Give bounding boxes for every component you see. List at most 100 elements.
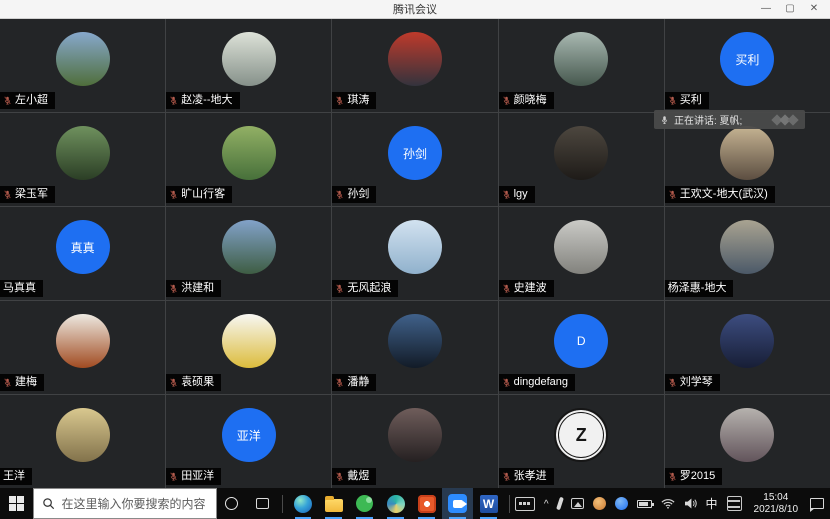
avatar: D xyxy=(554,314,608,368)
participant-name-tag: 史建波 xyxy=(499,280,554,297)
participant-name: 王洋 xyxy=(3,469,25,484)
participant-tile[interactable]: 刘学琴 xyxy=(665,301,830,394)
muted-mic-icon xyxy=(335,472,344,481)
participant-name: 赵凌--地大 xyxy=(181,93,232,108)
participant-tile[interactable]: 旷山行客 xyxy=(166,113,331,206)
ime-mode-icon[interactable] xyxy=(727,496,742,511)
word-button[interactable]: W xyxy=(473,488,504,519)
participant-tile[interactable]: 洪建和 xyxy=(166,207,331,300)
muted-mic-icon xyxy=(502,472,511,481)
participant-name: 无风起浪 xyxy=(347,281,391,296)
participant-tile[interactable]: 亚洋 田亚洋 xyxy=(166,395,331,488)
file-explorer-button[interactable] xyxy=(318,488,349,519)
participant-tile[interactable]: 潘静 xyxy=(332,301,497,394)
window-titlebar: 腾讯会议 — ▢ ✕ xyxy=(0,0,830,19)
blue-app-tray-icon[interactable] xyxy=(615,497,628,510)
volume-icon[interactable] xyxy=(684,498,697,509)
avatar xyxy=(554,220,608,274)
participant-name: 建梅 xyxy=(15,375,37,390)
participant-name-tag: 田亚洋 xyxy=(166,468,221,485)
avatar xyxy=(720,314,774,368)
muted-mic-icon xyxy=(335,190,344,199)
minimize-button[interactable]: — xyxy=(754,0,778,18)
muted-mic-icon xyxy=(335,284,344,293)
wifi-icon[interactable] xyxy=(661,498,675,509)
avatar: 孙剑 xyxy=(388,126,442,180)
participant-name: 洪建和 xyxy=(181,281,214,296)
wechat-icon xyxy=(356,495,373,512)
cortana-button[interactable] xyxy=(217,488,248,519)
task-view-button[interactable] xyxy=(247,488,276,519)
cortana-icon xyxy=(225,497,238,510)
muted-mic-icon xyxy=(502,96,511,105)
sogou-tray-icon[interactable] xyxy=(593,497,606,510)
gear-app-button[interactable] xyxy=(411,488,442,519)
edge-button[interactable] xyxy=(288,488,319,519)
participant-name: 田亚洋 xyxy=(181,469,214,484)
wechat-button[interactable] xyxy=(349,488,380,519)
muted-mic-icon xyxy=(668,96,677,105)
participant-name-tag: 马真真 xyxy=(0,280,43,297)
ime-language-indicator[interactable]: 中 xyxy=(706,495,718,512)
participant-tile[interactable]: 买利 买利 xyxy=(665,19,830,112)
participant-name: 左小超 xyxy=(15,93,48,108)
battery-icon[interactable] xyxy=(637,500,652,508)
close-button[interactable]: ✕ xyxy=(802,0,826,18)
avatar xyxy=(222,314,276,368)
participant-name-tag: 颜晓梅 xyxy=(499,92,554,109)
muted-mic-icon xyxy=(169,378,178,387)
search-input[interactable]: 在这里输入你要搜索的内容 xyxy=(33,488,217,519)
participant-name: dingdefang xyxy=(514,375,568,390)
round-app-button[interactable] xyxy=(380,488,411,519)
participant-name-tag: 潘静 xyxy=(332,374,376,391)
participant-tile[interactable]: D dingdefang xyxy=(499,301,664,394)
touch-keyboard-icon[interactable] xyxy=(515,497,535,511)
participant-tile[interactable]: 无风起浪 xyxy=(332,207,497,300)
participant-name: 买利 xyxy=(680,93,702,108)
avatar: 亚洋 xyxy=(222,408,276,462)
participant-tile[interactable]: 杨泽惠-地大 xyxy=(665,207,830,300)
participant-name-tag: 罗2015 xyxy=(665,468,722,485)
participant-tile[interactable]: 王洋 xyxy=(0,395,165,488)
muted-mic-icon xyxy=(335,378,344,387)
participant-name: 刘学琴 xyxy=(680,375,713,390)
participant-tile[interactable]: lgy xyxy=(499,113,664,206)
avatar: Z xyxy=(554,408,608,462)
tencent-meeting-button[interactable] xyxy=(442,488,473,519)
participant-tile[interactable]: 真真 马真真 xyxy=(0,207,165,300)
windows-logo-icon xyxy=(9,496,24,511)
taskbar-divider-2 xyxy=(509,495,510,513)
participant-tile[interactable]: 左小超 xyxy=(0,19,165,112)
participant-tile[interactable]: 建梅 xyxy=(0,301,165,394)
meeting-watermark-icon xyxy=(773,114,799,126)
participant-name: 马真真 xyxy=(3,281,36,296)
action-center-button[interactable] xyxy=(810,498,824,509)
participant-tile[interactable]: 戴煜 xyxy=(332,395,497,488)
task-view-icon xyxy=(256,498,269,509)
participant-tile[interactable]: 颜晓梅 xyxy=(499,19,664,112)
pen-icon[interactable] xyxy=(556,497,564,511)
clock-date: 2021/8/10 xyxy=(754,504,799,516)
participant-tile[interactable]: 琪涛 xyxy=(332,19,497,112)
participant-tile[interactable]: 孙剑 孙剑 xyxy=(332,113,497,206)
muted-mic-icon xyxy=(3,378,12,387)
taskbar-clock[interactable]: 15:04 2021/8/10 xyxy=(751,492,802,516)
participant-tile[interactable]: 赵凌--地大 xyxy=(166,19,331,112)
maximize-button[interactable]: ▢ xyxy=(778,0,802,18)
participant-name-tag: 王欢文-地大(武汉) xyxy=(665,186,775,203)
participant-tile[interactable]: 梁玉军 xyxy=(0,113,165,206)
avatar xyxy=(222,32,276,86)
chevron-up-icon[interactable]: ^ xyxy=(544,499,549,510)
participant-tile[interactable]: 袁硕果 xyxy=(166,301,331,394)
participant-name-tag: 刘学琴 xyxy=(665,374,720,391)
participant-tile[interactable]: 史建波 xyxy=(499,207,664,300)
window-controls: — ▢ ✕ xyxy=(754,0,826,18)
speaking-toast-text: 正在讲话: 夏帆; xyxy=(674,112,742,127)
muted-mic-icon xyxy=(3,190,12,199)
participant-tile[interactable]: 罗2015 xyxy=(665,395,830,488)
avatar: 买利 xyxy=(720,32,774,86)
start-button[interactable] xyxy=(0,488,33,519)
system-tray: ^ 中 15:04 2021/8/10 xyxy=(515,488,830,519)
participant-tile[interactable]: Z 张孝进 xyxy=(499,395,664,488)
photos-tray-icon[interactable] xyxy=(571,498,584,509)
